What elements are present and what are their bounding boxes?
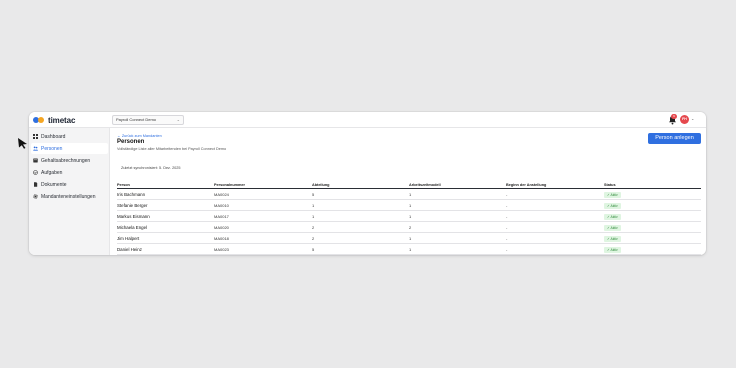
abteilung: 5 xyxy=(312,247,315,252)
arbeitszeitmodell: 2 xyxy=(409,225,412,230)
persons-table: Person Personalnummer Abteilung Arbeitsz… xyxy=(117,182,701,255)
sidebar: Dashboard Personen Gehaltsabrechnungen A… xyxy=(29,128,110,255)
page-subtitle: Vollständige Liste aller Mitarbeitenden … xyxy=(117,147,227,151)
abteilung: 1 xyxy=(312,203,315,208)
person-name: Iris Bachmann xyxy=(117,192,146,197)
mandant-select[interactable]: Payroll Connect Demo ⌄ xyxy=(112,115,184,125)
sidebar-item-gehaltsabrechnungen[interactable]: Gehaltsabrechnungen xyxy=(31,155,108,166)
table-row[interactable]: Michaela Engel MA0020 2 2 - ✓ Aktiv xyxy=(117,222,701,233)
beginn: - xyxy=(506,214,508,219)
table-row[interactable]: Markus Eismann MA0017 1 1 - ✓ Aktiv xyxy=(117,211,701,222)
abteilung: 5 xyxy=(312,192,315,197)
status-cell: ✓ Aktiv xyxy=(604,233,621,244)
table-row[interactable]: Stefanie Berger MA0010 1 1 - ✓ Aktiv xyxy=(117,200,701,211)
sync-status: Zuletzt synchronisiert: 5. Dez. 2025 xyxy=(121,166,181,170)
app-window: timetac Payroll Connect Demo ⌄ 9 FH ⌄ Da… xyxy=(29,112,706,255)
sidebar-item-label: Gehaltsabrechnungen xyxy=(41,157,91,164)
mandant-select-value: Payroll Connect Demo xyxy=(116,117,157,122)
top-bar: timetac Payroll Connect Demo ⌄ 9 FH ⌄ xyxy=(29,112,706,128)
beginn: - xyxy=(506,225,508,230)
sidebar-item-label: Personen xyxy=(41,145,63,152)
column-header-abteilung[interactable]: Abteilung xyxy=(312,183,330,187)
add-person-button[interactable]: Person anlegen xyxy=(648,133,701,144)
sidebar-item-dashboard[interactable]: Dashboard xyxy=(31,131,108,142)
chevron-down-icon: ⌄ xyxy=(176,117,180,122)
personalnummer: MA0020 xyxy=(214,225,229,230)
people-icon xyxy=(33,146,38,151)
person-name: Markus Eismann xyxy=(117,214,150,219)
notification-badge: 9 xyxy=(671,114,677,119)
beginn: - xyxy=(506,192,508,197)
sidebar-item-label: Dashboard xyxy=(41,133,66,140)
arbeitszeitmodell: 1 xyxy=(409,214,412,219)
status-cell: ✓ Aktiv xyxy=(604,222,621,233)
table-row[interactable]: Daniel Heinz MA0023 5 1 - ✓ Aktiv xyxy=(117,244,701,255)
main-content: ← Zurück zum Mandanten Personen Vollstän… xyxy=(111,128,706,255)
sidebar-item-mandanteneinstellungen[interactable]: Mandanteneinstellungen xyxy=(31,191,108,202)
personalnummer: MA0010 xyxy=(214,203,229,208)
arbeitszeitmodell: 1 xyxy=(409,236,412,241)
column-header-person[interactable]: Person xyxy=(117,183,130,187)
grid-icon xyxy=(33,134,38,139)
chevron-down-icon[interactable]: ⌄ xyxy=(691,116,694,121)
status-cell: ✓ Aktiv xyxy=(604,211,621,222)
column-header-personalnummer[interactable]: Personalnummer xyxy=(214,183,245,187)
personalnummer: MA0018 xyxy=(214,236,229,241)
payslip-icon xyxy=(33,158,38,163)
column-header-status[interactable]: Status xyxy=(604,183,616,187)
table-header: Person Personalnummer Abteilung Arbeitsz… xyxy=(117,182,701,189)
personalnummer: MA0024 xyxy=(214,192,229,197)
status-badge: ✓ Aktiv xyxy=(604,247,621,253)
beginn: - xyxy=(506,247,508,252)
mouse-cursor-icon xyxy=(18,138,27,149)
sidebar-item-label: Mandanteneinstellungen xyxy=(41,193,96,200)
status-badge: ✓ Aktiv xyxy=(604,214,621,220)
person-name: Michaela Engel xyxy=(117,225,148,230)
logo[interactable]: timetac xyxy=(33,115,75,125)
sidebar-item-dokumente[interactable]: Dokumente xyxy=(31,179,108,190)
table-row[interactable]: Iris Bachmann MA0024 5 1 - ✓ Aktiv xyxy=(117,189,701,200)
arbeitszeitmodell: 1 xyxy=(409,203,412,208)
sidebar-item-aufgaben[interactable]: Aufgaben xyxy=(31,167,108,178)
person-name: Stefanie Berger xyxy=(117,203,148,208)
person-name: Jim Halpert xyxy=(117,236,140,241)
status-badge: ✓ Aktiv xyxy=(604,203,621,209)
avatar[interactable]: FH xyxy=(680,115,689,124)
page-title: Personen xyxy=(117,139,145,145)
sidebar-item-label: Dokumente xyxy=(41,181,67,188)
sidebar-item-personen[interactable]: Personen xyxy=(31,143,108,154)
beginn: - xyxy=(506,236,508,241)
status-cell: ✓ Aktiv xyxy=(604,200,621,211)
table-row[interactable]: Jim Halpert MA0018 2 1 - ✓ Aktiv xyxy=(117,233,701,244)
column-header-beginn[interactable]: Beginn der Anstellung xyxy=(506,183,546,187)
abteilung: 2 xyxy=(312,225,315,230)
back-link[interactable]: ← Zurück zum Mandanten xyxy=(117,134,162,138)
status-badge: ✓ Aktiv xyxy=(604,192,621,198)
beginn: - xyxy=(506,203,508,208)
logo-mark-icon xyxy=(33,116,45,124)
sidebar-item-label: Aufgaben xyxy=(41,169,63,176)
abteilung: 1 xyxy=(312,214,315,219)
logo-text: timetac xyxy=(48,115,76,125)
personalnummer: MA0023 xyxy=(214,247,229,252)
status-badge: ✓ Aktiv xyxy=(604,225,621,231)
gear-icon xyxy=(33,194,38,199)
status-cell: ✓ Aktiv xyxy=(604,244,621,255)
arbeitszeitmodell: 1 xyxy=(409,247,412,252)
person-name: Daniel Heinz xyxy=(117,247,142,252)
column-header-arbeitszeitmodell[interactable]: Arbeitszeitmodell xyxy=(409,183,441,187)
status-badge: ✓ Aktiv xyxy=(604,236,621,242)
status-cell: ✓ Aktiv xyxy=(604,189,621,200)
document-icon xyxy=(34,182,38,187)
abteilung: 2 xyxy=(312,236,315,241)
personalnummer: MA0017 xyxy=(214,214,229,219)
arbeitszeitmodell: 1 xyxy=(409,192,412,197)
check-circle-icon xyxy=(33,170,38,175)
